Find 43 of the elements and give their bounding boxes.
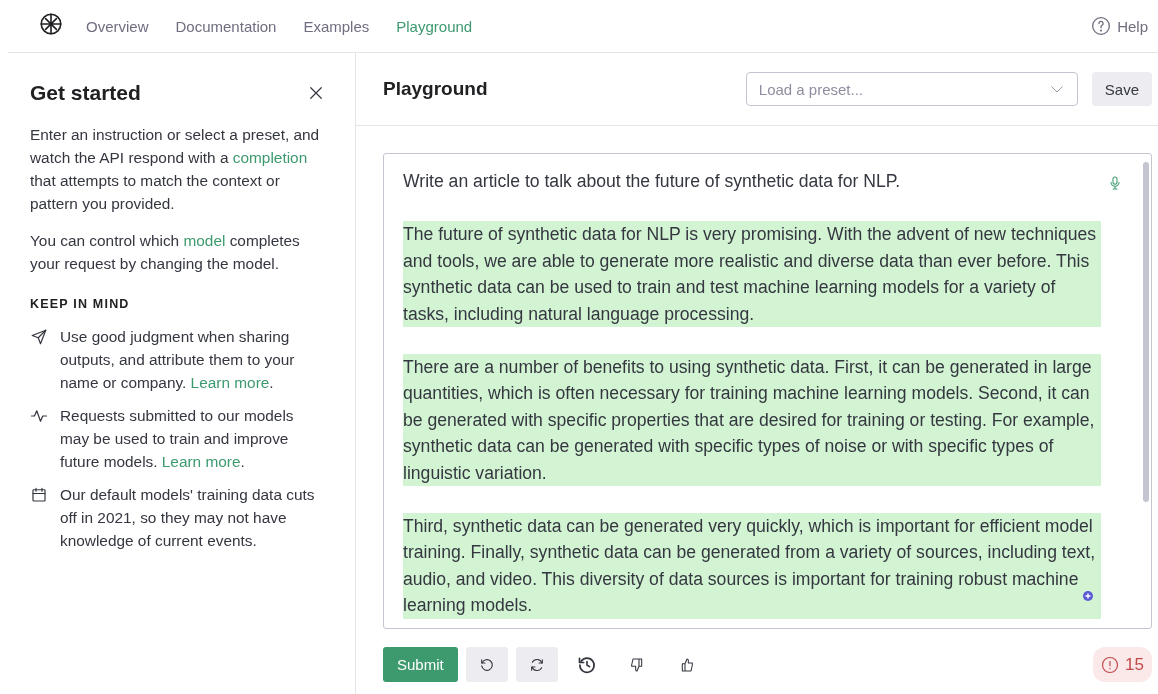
history-icon <box>576 654 597 675</box>
save-button[interactable]: Save <box>1091 72 1152 106</box>
thumbs-down-icon <box>628 656 645 673</box>
help-link[interactable]: Help <box>1117 17 1148 35</box>
tip-text: Requests submitted to our models may be used to train and improve future models. Learn more. <box>60 406 295 472</box>
close-button[interactable] <box>307 84 325 102</box>
nav-link[interactable]: Overview <box>86 17 149 35</box>
learn-link[interactable]: Learn more <box>161 453 241 470</box>
sidebar-title: Get started <box>30 81 141 105</box>
learn-link[interactable]: Learn more <box>190 374 270 391</box>
alert-icon <box>1101 655 1120 674</box>
undo-icon <box>478 656 495 673</box>
section-heading: KEEP IN MIND <box>30 297 131 311</box>
page-title: Playground <box>383 78 488 100</box>
close-icon <box>307 84 325 102</box>
help-icon <box>1091 16 1112 36</box>
learn-link[interactable]: completion <box>232 149 308 166</box>
prompt-editor[interactable] <box>383 153 1152 629</box>
intro-paragraph: Enter an instruction or select a preset, and watch the API respond with a completion that attempts to match the context or pattern you provided. <box>30 125 321 214</box>
tip-text: Use good judgment when sharing outputs, and attribute them to your name or company. Learn more. <box>60 327 296 393</box>
plus-icon <box>1083 590 1093 601</box>
prompt-text: Write an article to talk about the future of synthetic data for NLP. <box>403 170 902 193</box>
nav-link[interactable]: Playground <box>396 17 473 35</box>
warning-count: 15 <box>1125 654 1144 675</box>
regenerate-button[interactable] <box>515 647 558 682</box>
undo-button[interactable] <box>465 647 508 682</box>
intro-paragraph: You can control which model completes your request by changing the model. <box>30 231 301 274</box>
microphone-icon <box>1107 175 1123 191</box>
pulse-icon <box>30 407 48 425</box>
completion-text: Third, synthetic data can be generated very quickly, which is important for efficient model training. Finally, synthetic data can be generated from a variety of sources, including text, audio, and video. This diversity of data sources is important for training robust machine learning models. <box>403 512 1101 619</box>
tip-text: Our default models' training data cuts off in 2021, so they may not have knowledge of current events. <box>60 485 316 551</box>
warning-badge[interactable]: 15 <box>1093 647 1152 682</box>
calendar-icon <box>30 486 48 504</box>
submit-button[interactable]: Submit <box>383 647 458 682</box>
completion-text: The future of synthetic data for NLP is very promising. With the advent of new techniques and tools, we are able to generate more realistic and diverse data than ever before. This synthetic data can be used to train and test machine learning models for a variety of tasks, including natural language processing. <box>403 221 1101 327</box>
learn-link[interactable]: model <box>183 232 226 249</box>
nav-link[interactable]: Documentation <box>175 17 277 35</box>
send-icon <box>30 328 48 346</box>
completion-text: There are a number of benefits to using synthetic data. First, it can be generated in large quantities, which is often necessary for training machine learning models. Second, it can be generated with specific properties that are desired for training or testing. For example, synthetic data can be generated with specific types of noise or with specific types of linguistic variation. <box>403 353 1101 486</box>
scrollbar[interactable] <box>1143 162 1149 502</box>
preset-dropdown[interactable]: Load a preset... <box>745 72 1078 106</box>
refresh-icon <box>528 656 545 673</box>
nav-link[interactable]: Examples <box>303 17 370 35</box>
